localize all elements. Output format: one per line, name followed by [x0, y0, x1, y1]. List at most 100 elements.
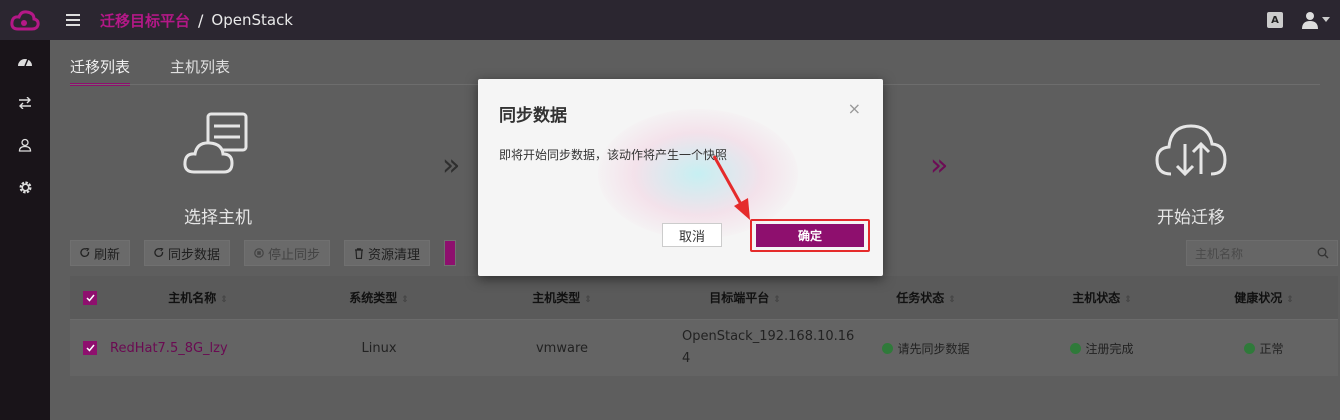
- sort-icon: ⇕: [773, 295, 781, 305]
- refresh-icon: [80, 248, 90, 258]
- language-label: A: [1271, 14, 1279, 26]
- row-checkbox[interactable]: [83, 341, 97, 355]
- tab-host-list[interactable]: 主机列表: [170, 56, 230, 86]
- step-select-host: 选择主机: [178, 110, 258, 228]
- search-icon[interactable]: [1317, 247, 1329, 259]
- column-label: 健康状况: [1234, 291, 1283, 305]
- table-row[interactable]: RedHat7.5_8G_lzy Linux vmware OpenStack_…: [70, 320, 1338, 376]
- cloud-logo-icon[interactable]: [0, 0, 50, 40]
- host-status-cell: 注册完成: [1014, 340, 1190, 357]
- check-circle-icon: [1244, 342, 1256, 354]
- cloud-server-icon: [183, 112, 248, 174]
- transfer-icon: [19, 97, 31, 109]
- cloud-transfer-icon: [1155, 124, 1227, 177]
- dashboard-icon: [18, 58, 32, 67]
- toolbar: 刷新 同步数据 停止同步 资源清理: [70, 240, 457, 266]
- table-header: 主机名称 ⇕ 系统类型 ⇕ 主机类型 ⇕ 目标端平台 ⇕ 任务状态 ⇕ 主机状态 ⇕ 健康状…: [70, 276, 1338, 320]
- column-header-os-type[interactable]: 系统类型 ⇕: [286, 289, 472, 306]
- column-header-host-type[interactable]: 主机类型 ⇕: [472, 289, 652, 306]
- more-action-button[interactable]: [444, 240, 457, 266]
- column-label: 任务状态: [896, 291, 945, 305]
- sort-icon: ⇕: [584, 295, 592, 305]
- sync-data-label: 同步数据: [168, 247, 221, 263]
- user-menu[interactable]: [1301, 11, 1330, 29]
- step-arrow-icon: »: [442, 148, 461, 183]
- sync-icon: [154, 248, 164, 258]
- select-all-checkbox-cell: [70, 290, 110, 305]
- target-platform-line2: 4: [682, 351, 691, 366]
- column-label: 目标端平台: [709, 291, 770, 305]
- close-icon[interactable]: ×: [848, 99, 861, 118]
- user-outline-icon: [18, 138, 32, 152]
- gear-icon: [19, 181, 31, 193]
- column-header-health[interactable]: 健康状况 ⇕: [1190, 289, 1338, 306]
- host-status-text: 注册完成: [1085, 341, 1134, 356]
- breadcrumb-separator: /: [198, 10, 204, 30]
- migration-table: 主机名称 ⇕ 系统类型 ⇕ 主机类型 ⇕ 目标端平台 ⇕ 任务状态 ⇕ 主机状态 ⇕ 健康状…: [70, 276, 1338, 376]
- step-arrow-active-icon: »: [930, 148, 949, 183]
- check-icon: [85, 344, 95, 352]
- step-start-migration-label: 开始迁移: [1157, 208, 1225, 228]
- row-checkbox-cell: [70, 341, 110, 355]
- sync-data-dialog: 同步数据 × 即将开始同步数据，该动作将产生一个快照 取消 确定: [478, 79, 883, 276]
- column-header-target-platform[interactable]: 目标端平台 ⇕: [652, 289, 838, 306]
- sidebar-item-migration[interactable]: [0, 82, 50, 124]
- breadcrumb-page: OpenStack: [211, 11, 293, 29]
- resource-cleanup-label: 资源清理: [368, 247, 421, 263]
- stop-icon: [254, 248, 264, 258]
- task-status-text: 请先同步数据: [897, 341, 970, 356]
- step-start-migration: 开始迁移: [1148, 110, 1234, 228]
- select-all-checkbox[interactable]: [83, 290, 97, 305]
- column-label: 系统类型: [349, 291, 398, 305]
- language-icon[interactable]: A: [1267, 12, 1283, 28]
- sort-icon: ⇕: [401, 295, 409, 305]
- sidebar-item-settings[interactable]: [0, 166, 50, 208]
- tab-migration-list[interactable]: 迁移列表: [70, 56, 131, 86]
- column-label: 主机名称: [168, 291, 217, 305]
- sort-icon: ⇕: [1124, 295, 1132, 305]
- trash-icon: [355, 247, 364, 259]
- column-header-task-status[interactable]: 任务状态 ⇕: [838, 289, 1014, 306]
- refresh-label: 刷新: [94, 247, 121, 263]
- annotation-arrow-icon: [712, 155, 750, 220]
- sidebar-item-users[interactable]: [0, 124, 50, 166]
- column-header-host-name[interactable]: 主机名称 ⇕: [110, 289, 286, 306]
- stop-sync-button[interactable]: 停止同步: [244, 240, 331, 266]
- column-header-host-status[interactable]: 主机状态 ⇕: [1014, 289, 1190, 306]
- search-placeholder: 主机名称: [1195, 246, 1244, 261]
- user-icon: [1302, 12, 1318, 29]
- caret-down-icon: [1322, 17, 1330, 22]
- column-label: 主机状态: [1072, 291, 1121, 305]
- host-name-link[interactable]: RedHat7.5_8G_lzy: [110, 341, 286, 356]
- column-label: 主机类型: [532, 291, 581, 305]
- health-text: 正常: [1259, 341, 1284, 356]
- host-search-box[interactable]: 主机名称: [1186, 240, 1338, 266]
- os-type-cell: Linux: [361, 340, 397, 356]
- confirm-button[interactable]: 确定: [756, 224, 864, 247]
- sort-icon: ⇕: [220, 295, 228, 305]
- confirm-highlight-box: 确定: [750, 219, 870, 252]
- step-select-host-label: 选择主机: [184, 208, 252, 228]
- target-platform-cell: OpenStack_192.168.10.16 4: [652, 326, 855, 370]
- host-type-cell: vmware: [535, 340, 588, 356]
- sort-icon: ⇕: [948, 295, 956, 305]
- cancel-button[interactable]: 取消: [662, 223, 722, 247]
- sort-icon: ⇕: [1286, 295, 1294, 305]
- dialog-title: 同步数据: [499, 106, 567, 126]
- sync-data-button[interactable]: 同步数据: [144, 240, 231, 266]
- check-circle-icon: [1070, 342, 1082, 354]
- check-circle-icon: [882, 342, 894, 354]
- target-platform-line1: OpenStack_192.168.10.16: [682, 329, 855, 344]
- refresh-button[interactable]: 刷新: [70, 240, 131, 266]
- top-bar: 迁移目标平台 / OpenStack A: [0, 0, 1340, 40]
- breadcrumb-section[interactable]: 迁移目标平台: [100, 10, 190, 31]
- dialog-message: 即将开始同步数据，该动作将产生一个快照: [499, 148, 728, 162]
- task-status-cell: 请先同步数据: [838, 340, 1014, 357]
- tab-bar: 迁移列表 主机列表: [70, 56, 230, 86]
- check-icon: [85, 294, 95, 302]
- stop-sync-label: 停止同步: [268, 247, 321, 263]
- sidebar: [0, 40, 50, 420]
- menu-toggle-icon[interactable]: [60, 12, 90, 28]
- resource-cleanup-button[interactable]: 资源清理: [344, 240, 431, 266]
- sidebar-item-dashboard[interactable]: [0, 40, 50, 82]
